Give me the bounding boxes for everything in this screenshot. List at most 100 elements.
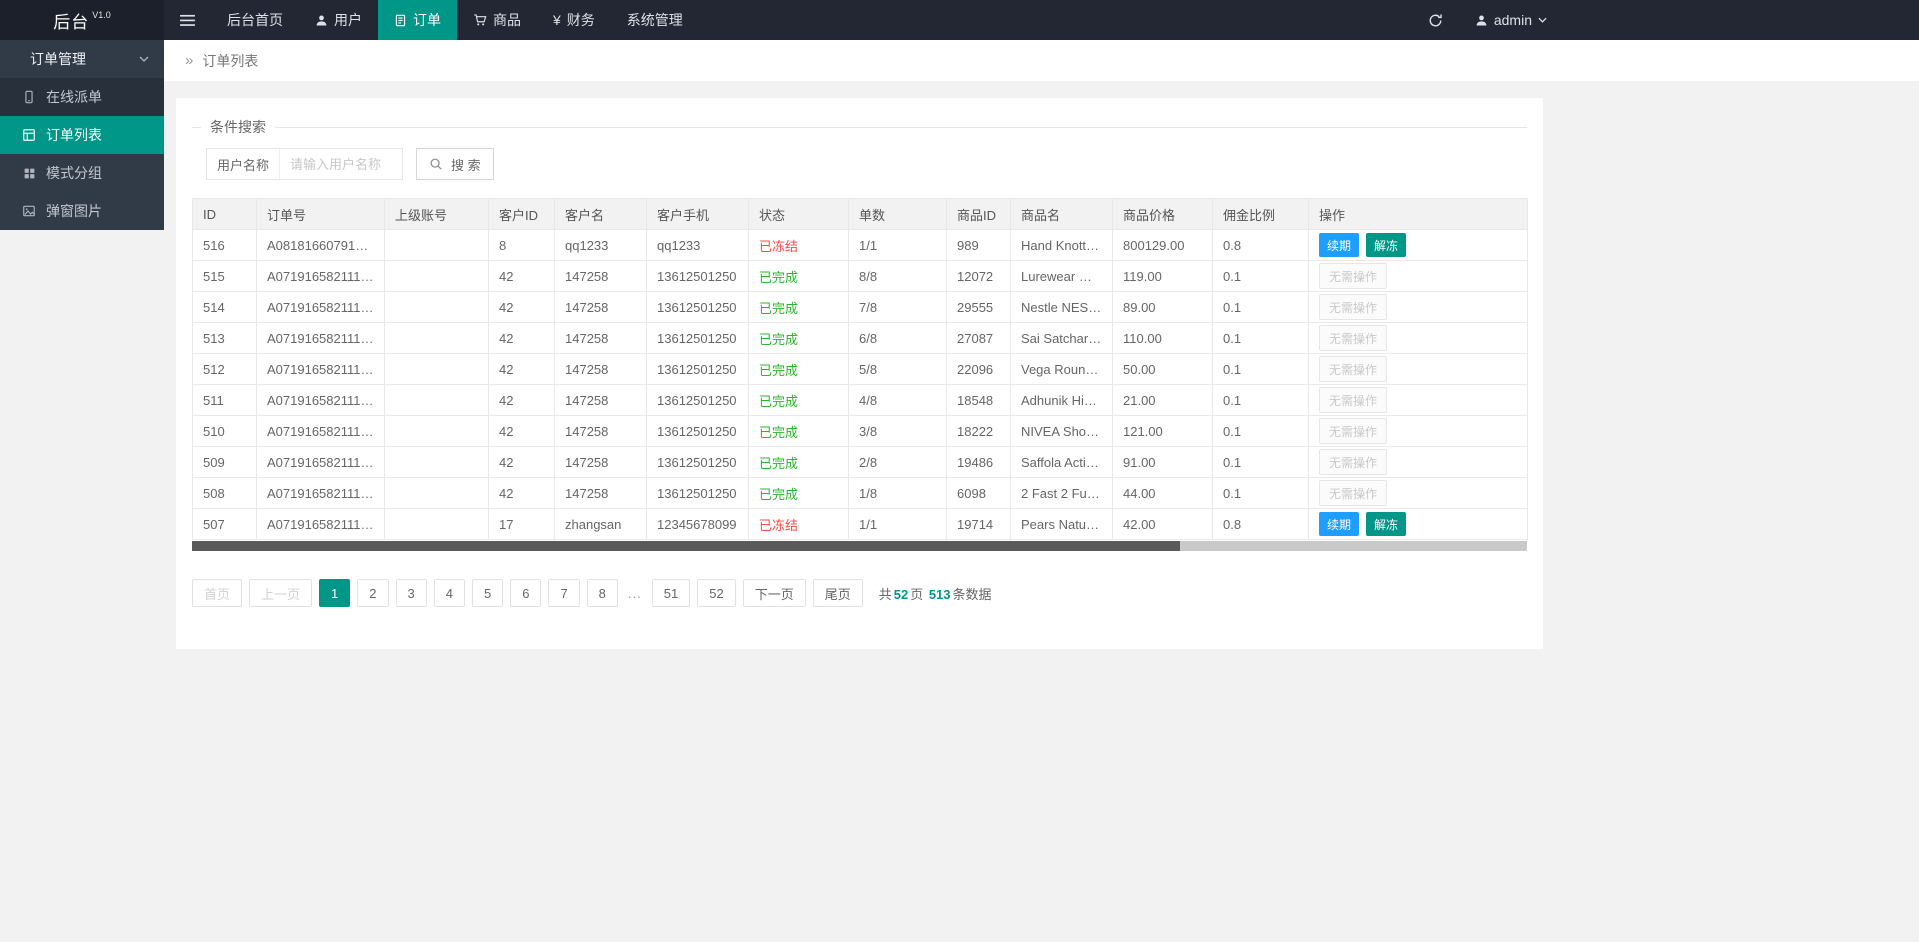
- table-row: 508 A07191658211158630 42 147258 13612501250…: [192, 477, 1528, 509]
- cell-count: 4/8: [848, 384, 947, 416]
- cart-icon: [473, 13, 487, 27]
- cell-commission: 0.8: [1212, 508, 1309, 540]
- sidebar-item-mode-group[interactable]: 模式分组: [0, 154, 164, 192]
- cell-customer-phone: 13612501250: [646, 446, 749, 478]
- status-text: 已完成: [759, 486, 799, 502]
- no-action-button: 无需操作: [1319, 387, 1388, 413]
- unfreeze-button[interactable]: 解冻: [1366, 512, 1407, 536]
- cell-commission: 0.8: [1212, 229, 1309, 261]
- page-button-7[interactable]: 7: [548, 579, 580, 607]
- sidebar-item-online-dispatch[interactable]: 在线派单: [0, 78, 164, 116]
- page-button-51[interactable]: 51: [651, 579, 691, 607]
- main-area: » 订单列表 条件搜索 用户名称 请输入用户名称 搜 索 ID 订单号 上级账号…: [164, 40, 1919, 942]
- nav-label: 后台首页: [227, 12, 283, 28]
- nav-item-dashboard[interactable]: 后台首页: [211, 0, 299, 40]
- cell-order-no: A07191658211134995: [256, 508, 385, 540]
- cell-status: 已冻结: [748, 508, 849, 540]
- cell-status: 已完成: [748, 260, 849, 292]
- nav-item-system[interactable]: 系统管理: [611, 0, 699, 40]
- app-title: 后台: [53, 12, 90, 32]
- cell-customer-phone: 13612501250: [646, 415, 749, 447]
- cell-customer-id: 17: [488, 508, 555, 540]
- sidebar-item-label: 在线派单: [46, 89, 102, 105]
- col-customer-id: 客户ID: [488, 198, 555, 230]
- order-table: ID 订单号 上级账号 客户ID 客户名 客户手机 状态 单数 商品ID 商品名…: [192, 198, 1528, 540]
- cell-id: 513: [192, 322, 257, 354]
- cell-product-name: Saffola Active...: [1010, 446, 1113, 478]
- col-customer-name: 客户名: [554, 198, 647, 230]
- search-button[interactable]: 搜 索: [416, 148, 494, 180]
- mode-group-icon: [21, 167, 37, 180]
- cell-parent-account: [384, 260, 489, 292]
- menu-toggle-button[interactable]: [164, 0, 211, 40]
- sidebar-group-order-management[interactable]: 订单管理: [0, 40, 164, 78]
- username-search-input[interactable]: [280, 149, 403, 179]
- cell-status: 已完成: [748, 415, 849, 447]
- nav-label: 用户: [334, 12, 362, 28]
- page-button-6[interactable]: 6: [510, 579, 542, 607]
- order-icon: [394, 14, 407, 27]
- refresh-icon: [1428, 13, 1443, 28]
- page-button-2[interactable]: 2: [357, 579, 389, 607]
- col-product-price: 商品价格: [1112, 198, 1213, 230]
- col-product-id: 商品ID: [946, 198, 1011, 230]
- cell-product-name: Nestle NESTE...: [1010, 291, 1113, 323]
- sidebar-item-label: 弹窗图片: [46, 203, 102, 219]
- pagination-ellipsis: ...: [627, 585, 642, 601]
- cell-status: 已冻结: [748, 229, 849, 261]
- page-button-5[interactable]: 5: [471, 579, 504, 607]
- cell-actions: 无需操作: [1308, 415, 1528, 447]
- page-button-8[interactable]: 8: [586, 579, 618, 607]
- chevron-down-icon: [139, 56, 149, 62]
- cell-order-no: A08181660791008281: [256, 229, 385, 261]
- pagination: 首页 上一页 1 2 3 4 5 6 7 8 ... 51 52 下一页 尾页: [192, 579, 1527, 607]
- col-parent-account: 上级账号: [384, 198, 489, 230]
- status-text: 已完成: [759, 362, 799, 378]
- status-text: 已冻结: [759, 238, 799, 254]
- search-button-label: 搜 索: [451, 157, 481, 173]
- scrollbar-thumb[interactable]: [192, 541, 1180, 551]
- cell-commission: 0.1: [1212, 260, 1309, 292]
- nav-item-finance[interactable]: ¥ 财务: [537, 0, 611, 40]
- cell-customer-phone: 13612501250: [646, 291, 749, 323]
- cell-commission: 0.1: [1212, 477, 1309, 509]
- nav-item-users[interactable]: 用户: [299, 0, 378, 40]
- sidebar-item-popup-image[interactable]: 弹窗图片: [0, 192, 164, 230]
- admin-menu[interactable]: admin: [1459, 0, 1563, 40]
- page-button-1[interactable]: 1: [319, 579, 351, 607]
- cell-customer-id: 42: [488, 260, 555, 292]
- table-row: 515 A07191658211158467 42 147258 13612501250…: [192, 260, 1528, 292]
- horizontal-scrollbar[interactable]: [192, 541, 1527, 551]
- page-button-4[interactable]: 4: [433, 579, 465, 607]
- table-row: 512 A07191658211158331 42 147258 13612501250…: [192, 353, 1528, 385]
- cell-actions: 无需操作: [1308, 260, 1528, 292]
- nav-item-products[interactable]: 商品: [457, 0, 537, 40]
- cell-count: 2/8: [848, 446, 947, 478]
- top-navbar: 后台 V1.0 后台首页 用户 订单 商品 ¥ 财务 系统管理 admin: [0, 0, 1919, 40]
- sidebar-item-order-list[interactable]: 订单列表: [0, 116, 164, 154]
- page-button-3[interactable]: 3: [395, 579, 427, 607]
- next-page-button[interactable]: 下一页: [742, 579, 806, 607]
- cell-product-id: 989: [946, 229, 1011, 261]
- renew-button[interactable]: 续期: [1319, 512, 1360, 536]
- nav-label: 订单: [413, 12, 441, 28]
- cell-product-name: Lurewear Whi...: [1010, 260, 1113, 292]
- cell-parent-account: [384, 446, 489, 478]
- cell-customer-name: 147258: [554, 322, 647, 354]
- page-button-52[interactable]: 52: [697, 579, 736, 607]
- refresh-button[interactable]: [1412, 0, 1459, 40]
- unfreeze-button[interactable]: 解冻: [1366, 233, 1407, 257]
- col-product-name: 商品名: [1010, 198, 1113, 230]
- cell-status: 已完成: [748, 477, 849, 509]
- table-row: 510 A07191658211158667 42 147258 13612501250…: [192, 415, 1528, 447]
- cell-price: 119.00: [1112, 260, 1213, 292]
- cell-id: 514: [192, 291, 257, 323]
- nav-item-orders[interactable]: 订单: [378, 0, 457, 40]
- cell-order-no: A07191658211158667: [256, 415, 385, 447]
- last-page-button[interactable]: 尾页: [812, 579, 863, 607]
- renew-button[interactable]: 续期: [1319, 233, 1360, 257]
- cell-count: 1/1: [848, 508, 947, 540]
- cell-price: 91.00: [1112, 446, 1213, 478]
- cell-customer-name: qq1233: [554, 229, 647, 261]
- status-text: 已冻结: [759, 517, 799, 533]
